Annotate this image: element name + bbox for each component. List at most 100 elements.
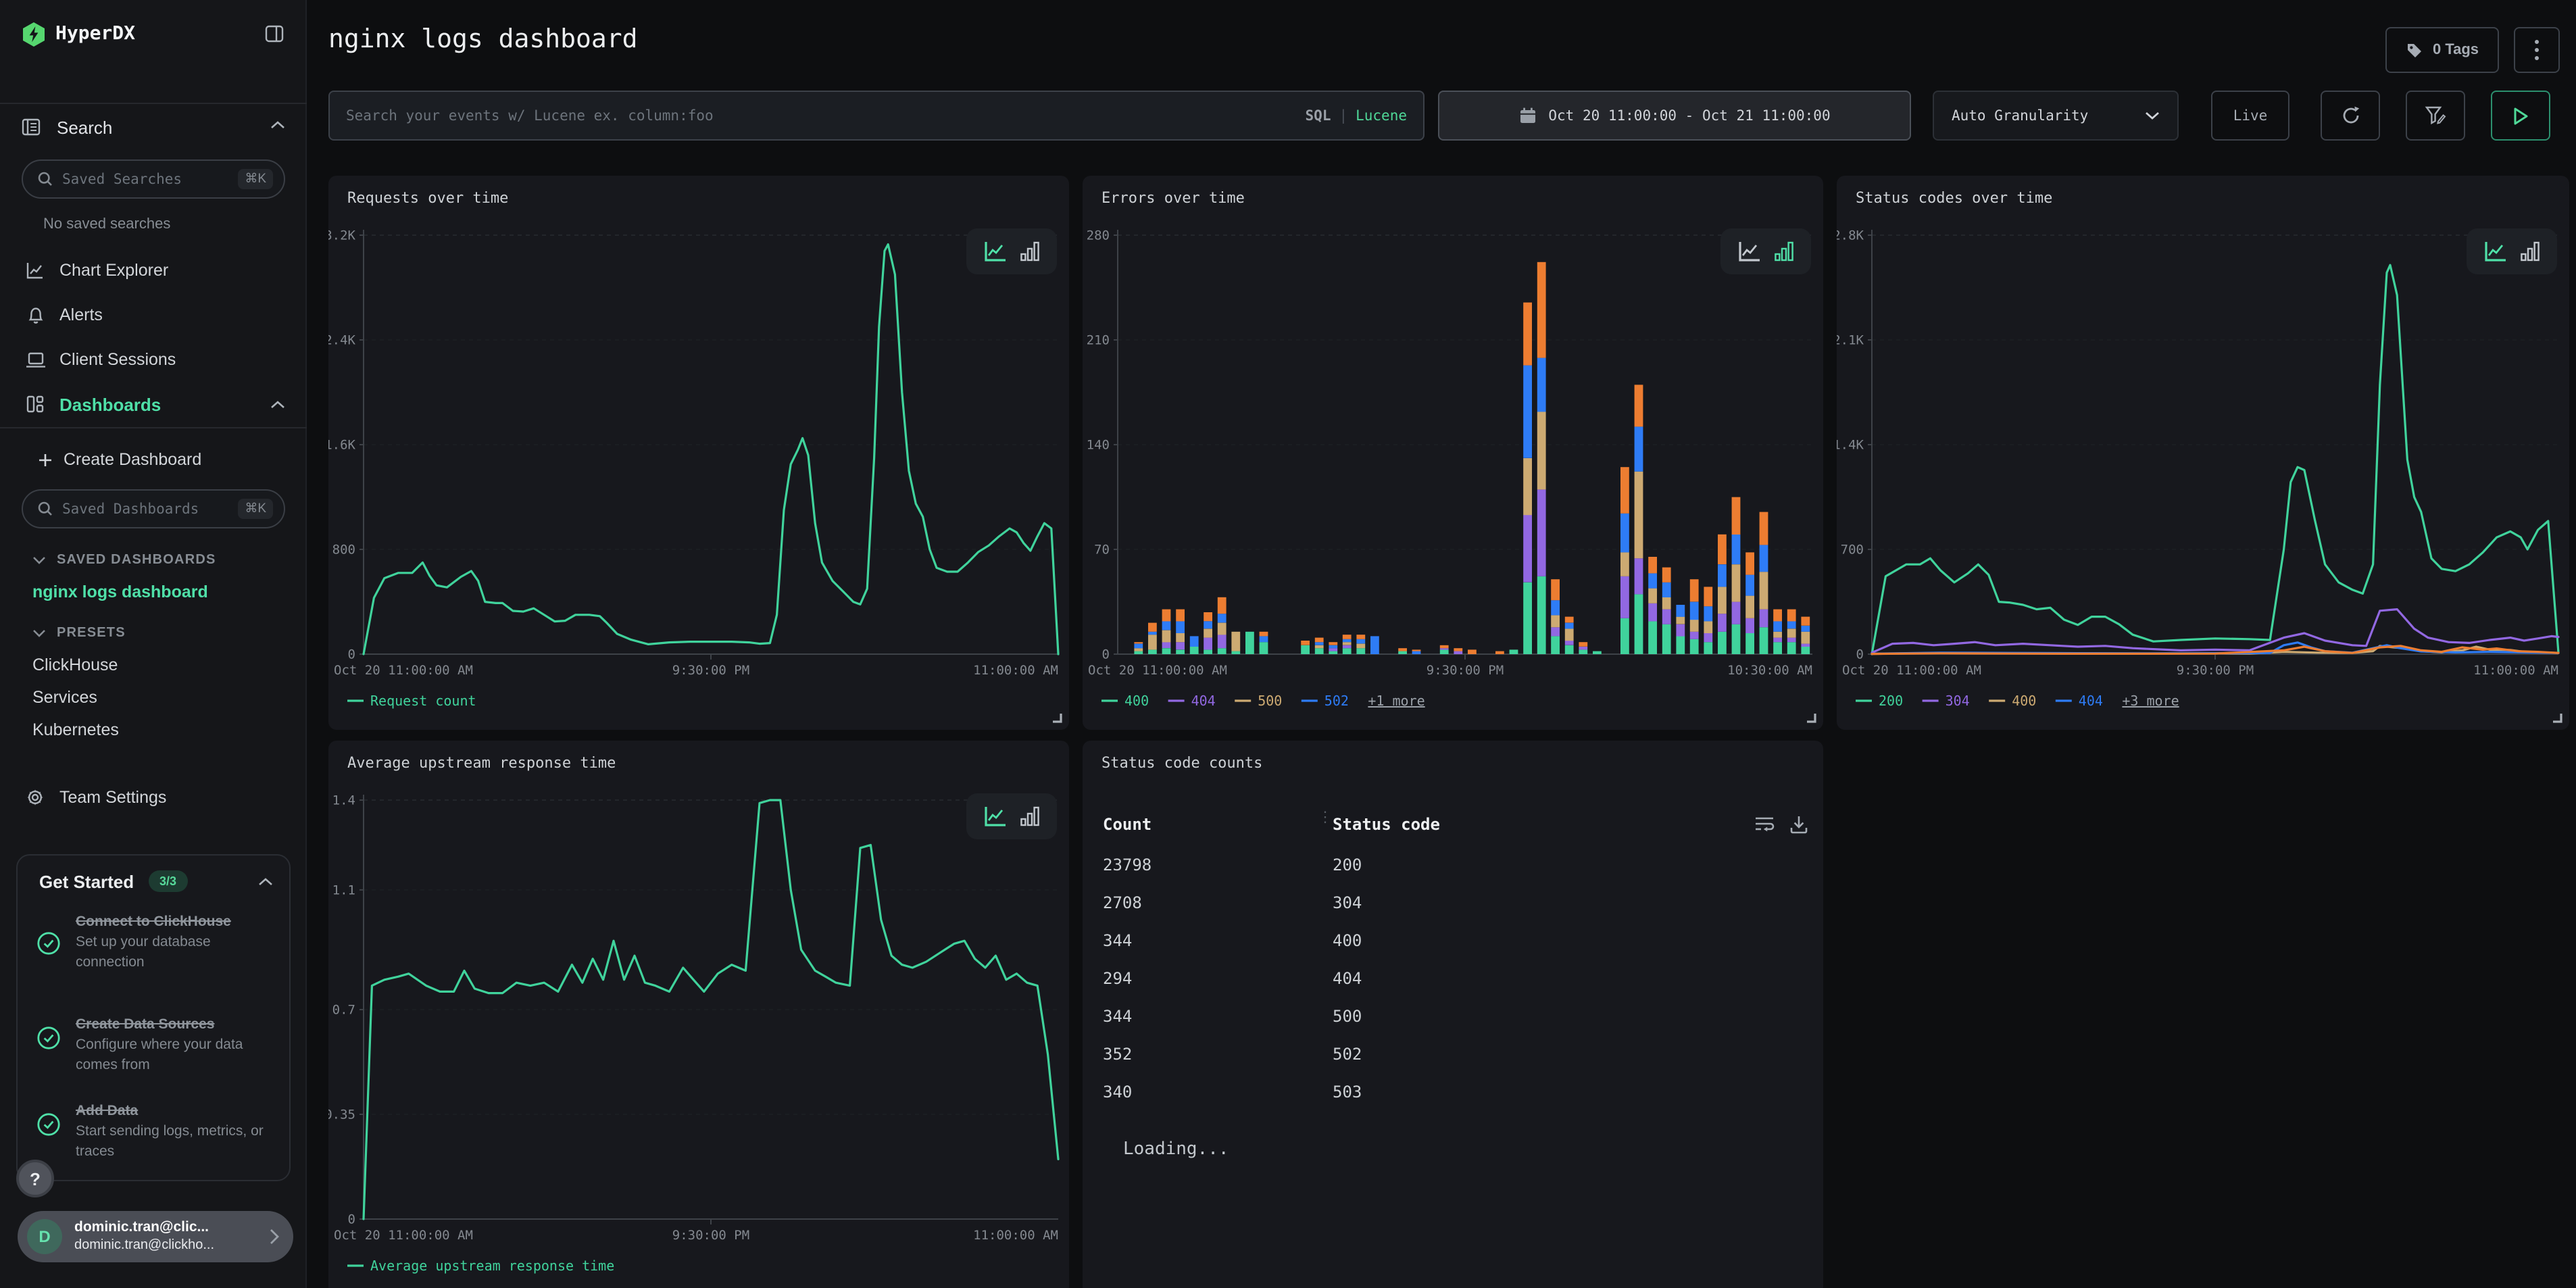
table-header-count[interactable]: Count [1103,815,1151,834]
preset-link-kubernetes[interactable]: Kubernetes [32,720,119,739]
check-circle-icon [36,1112,61,1137]
event-search-input[interactable]: Search your events w/ Lucene ex. column:… [328,91,1425,141]
line-chart-icon[interactable] [984,241,1007,262]
filter-button[interactable] [2406,91,2465,141]
preset-link-clickhouse[interactable]: ClickHouse [32,655,118,674]
table-cell-code[interactable]: 400 [1333,931,1362,950]
resize-handle[interactable] [2550,711,2562,723]
saved-dashboards-placeholder: Saved Dashboards [62,501,238,517]
shortcut-badge: ⌘K [238,499,273,519]
status-codes-chart[interactable]: 07001.4K2.1K2.8KOct 20 11:00:00 AM9:30:0… [1837,176,2569,730]
sidebar-item-client-sessions[interactable]: Client Sessions [22,343,287,376]
help-button[interactable]: ? [16,1160,54,1197]
bar-chart-icon[interactable] [2521,241,2540,262]
resize-handle[interactable] [1804,711,1816,723]
column-resize-handle[interactable]: ⋮ [1318,814,1333,820]
line-chart-icon[interactable] [984,806,1007,827]
svg-text:Oct 20 11:00:00 AM: Oct 20 11:00:00 AM [1842,663,1981,678]
sidebar-item-team-settings[interactable]: Team Settings [22,781,287,814]
user-menu[interactable]: D dominic.tran@clic... dominic.tran@clic… [18,1211,293,1262]
get-started-step-add-data[interactable]: Add Data Start sending logs, metrics, or… [36,1101,280,1161]
panel-avg-upstream-response[interactable]: Average upstream response time 00.350.71… [328,741,1069,1288]
chart-type-toggle [966,228,1057,274]
svg-text:0.7: 0.7 [332,1002,355,1017]
sidebar-item-chart-explorer[interactable]: Chart Explorer [22,254,287,287]
run-query-button[interactable] [2491,91,2550,141]
tag-icon [2406,41,2423,59]
time-range-picker[interactable]: Oct 20 11:00:00 - Oct 21 11:00:00 [1438,91,1911,141]
svg-text:+3 more: +3 more [2122,693,2179,709]
table-cell-code[interactable]: 500 [1333,1007,1362,1026]
errors-chart[interactable]: 070140210280Oct 20 11:00:00 AM9:30:00 PM… [1083,176,1823,730]
line-chart-icon[interactable] [1738,241,1761,262]
create-dashboard-button[interactable]: Create Dashboard [38,443,295,476]
get-started-badge: 3/3 [149,870,187,892]
bar-chart-icon[interactable] [1775,241,1793,262]
saved-searches-input[interactable]: Saved Searches ⌘K [22,159,285,199]
svg-text:9:30:00 PM: 9:30:00 PM [2177,663,2254,678]
panel-status-code-counts[interactable]: Status code counts Count ⋮ Status code 2… [1083,741,1823,1288]
table-cell-count[interactable]: 340 [1103,1083,1132,1101]
saved-dashboards-input[interactable]: Saved Dashboards ⌘K [22,489,285,528]
line-chart-icon[interactable] [2484,241,2507,262]
lucene-mode-toggle[interactable]: Lucene [1356,107,1407,124]
table-cell-code[interactable]: 304 [1333,893,1362,912]
table-header-status-code[interactable]: Status code [1333,815,1440,834]
requests-chart[interactable]: 08001.6K2.4K3.2KOct 20 11:00:00 AM9:30:0… [328,176,1069,730]
sidebar-item-dashboards[interactable]: Dashboards [22,388,287,420]
search-icon [38,172,53,187]
svg-text:Average upstream response time: Average upstream response time [370,1258,614,1274]
presets-group[interactable]: PRESETS [32,619,289,646]
bell-icon [26,305,44,324]
svg-text:0: 0 [1856,647,1864,662]
tags-button[interactable]: 0 Tags [2385,27,2499,73]
sidebar-dashboard-link-nginx[interactable]: nginx logs dashboard [32,583,208,601]
bar-chart-icon[interactable] [1020,241,1039,262]
table-cell-count[interactable]: 2708 [1103,893,1142,912]
table-cell-code[interactable]: 503 [1333,1083,1362,1101]
group-label: PRESETS [57,625,126,640]
table-cell-count[interactable]: 352 [1103,1045,1132,1064]
brand-name: HyperDX [55,23,135,45]
upstream-response-chart[interactable]: 00.350.71.11.4Oct 20 11:00:00 AM9:30:00 … [328,741,1069,1288]
live-button[interactable]: Live [2211,91,2289,141]
svg-text:140: 140 [1087,437,1110,452]
refresh-button[interactable] [2321,91,2380,141]
panel-requests-over-time[interactable]: Requests over time 08001.6K2.4K3.2KOct 2… [328,176,1069,730]
saved-dashboards-group[interactable]: SAVED DASHBOARDS [32,546,289,573]
download-icon[interactable] [1789,815,1808,834]
divider [0,103,307,104]
wrap-lines-icon[interactable] [1754,815,1775,834]
panel-menu-button[interactable] [2514,27,2560,73]
table-cell-count[interactable]: 294 [1103,969,1132,988]
collapse-sidebar-icon[interactable] [265,24,284,43]
time-range-value: Oct 20 11:00:00 - Oct 21 11:00:00 [1548,107,1830,124]
svg-text:1.4: 1.4 [332,793,355,808]
sidebar-section-search[interactable]: Search [22,108,287,146]
kebab-menu-icon [2534,39,2540,61]
filter-icon [2425,105,2446,126]
sidebar-item-alerts[interactable]: Alerts [22,299,287,331]
table-cell-count[interactable]: 344 [1103,1007,1132,1026]
resize-handle[interactable] [1050,711,1062,723]
get-started-step-connect[interactable]: Connect to ClickHouse Set up your databa… [36,912,280,972]
svg-text:0.35: 0.35 [328,1107,355,1122]
calendar-icon [1518,107,1536,124]
bar-chart-icon[interactable] [1020,806,1039,827]
sql-mode-toggle[interactable]: SQL [1306,107,1331,124]
svg-text:Oct 20 11:00:00 AM: Oct 20 11:00:00 AM [334,1228,473,1243]
table-cell-code[interactable]: 502 [1333,1045,1362,1064]
table-cell-count[interactable]: 344 [1103,931,1132,950]
preset-link-services[interactable]: Services [32,688,97,707]
table-cell-count[interactable]: 23798 [1103,856,1151,874]
granularity-select[interactable]: Auto Granularity [1933,91,2179,141]
get-started-title: Get Started [39,872,134,892]
table-cell-code[interactable]: 404 [1333,969,1362,988]
chevron-up-icon[interactable] [258,877,273,887]
avatar: D [27,1219,62,1254]
table-cell-code[interactable]: 200 [1333,856,1362,874]
get-started-step-sources[interactable]: Create Data Sources Configure where your… [36,1015,280,1074]
panel-status-codes-over-time[interactable]: Status codes over time 07001.4K2.1K2.8KO… [1837,176,2569,730]
chevron-up-icon [270,400,285,410]
panel-errors-over-time[interactable]: Errors over time 070140210280Oct 20 11:0… [1083,176,1823,730]
